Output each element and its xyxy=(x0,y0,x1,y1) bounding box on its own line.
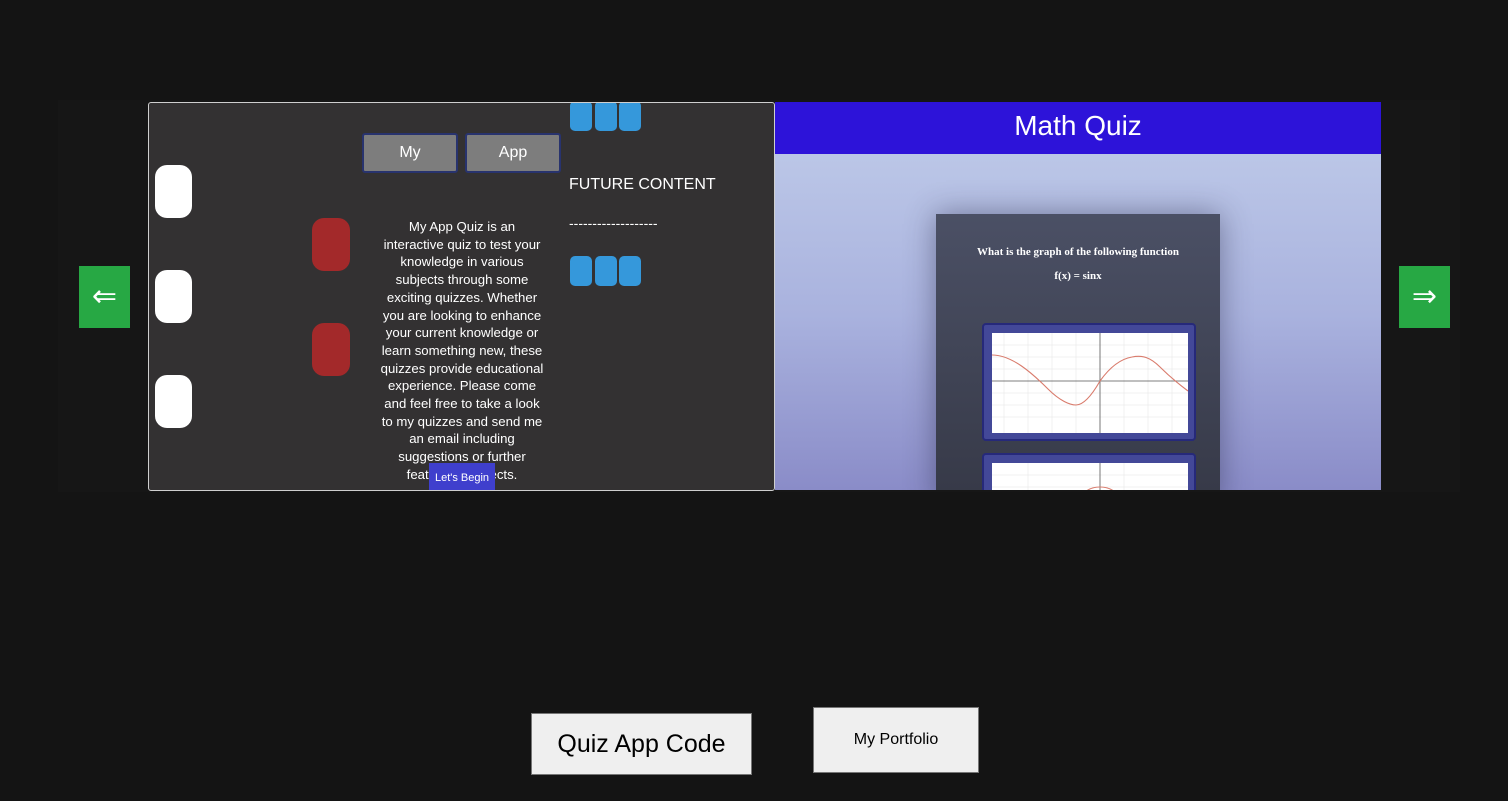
answer-option[interactable] xyxy=(982,323,1196,441)
graph-image xyxy=(992,333,1188,433)
decor-white-shape xyxy=(155,375,192,428)
quiz-title: Math Quiz xyxy=(775,102,1381,154)
decor-red-shape xyxy=(312,218,350,271)
slide-app-homepage: My App My App Quiz is an interactive qui… xyxy=(148,102,775,491)
graph-image xyxy=(992,463,1188,490)
question-text: What is the graph of the following funct… xyxy=(977,246,1179,258)
future-content-heading: FUTURE CONTENT xyxy=(569,176,716,193)
function-text: f(x) = sinx xyxy=(1054,270,1102,282)
quiz-question-card: What is the graph of the following funct… xyxy=(936,214,1220,490)
decor-white-shape xyxy=(155,270,192,323)
future-content-divider: ------------------- xyxy=(569,215,658,231)
next-slide-button[interactable]: ⇒ xyxy=(1399,266,1450,328)
answer-option[interactable] xyxy=(982,453,1196,490)
decor-white-shape xyxy=(155,165,192,218)
decor-blue-square xyxy=(595,103,617,131)
my-button[interactable]: My xyxy=(362,133,458,173)
app-button[interactable]: App xyxy=(465,133,561,173)
decor-blue-square xyxy=(619,103,641,131)
quiz-app-code-button[interactable]: Quiz App Code xyxy=(531,713,752,775)
decor-blue-square xyxy=(570,103,592,131)
decor-blue-square xyxy=(595,256,617,286)
app-description: My App Quiz is an interactive quiz to te… xyxy=(380,219,544,482)
my-portfolio-button[interactable]: My Portfolio xyxy=(813,707,979,773)
lets-begin-button[interactable]: Let's Begin xyxy=(429,463,495,490)
decor-red-shape xyxy=(312,323,350,376)
decor-blue-square xyxy=(619,256,641,286)
previous-slide-button[interactable]: ⇐ xyxy=(79,266,130,328)
slide-math-quiz: Math Quiz What is the graph of the follo… xyxy=(775,102,1381,490)
decor-blue-square xyxy=(570,256,592,286)
